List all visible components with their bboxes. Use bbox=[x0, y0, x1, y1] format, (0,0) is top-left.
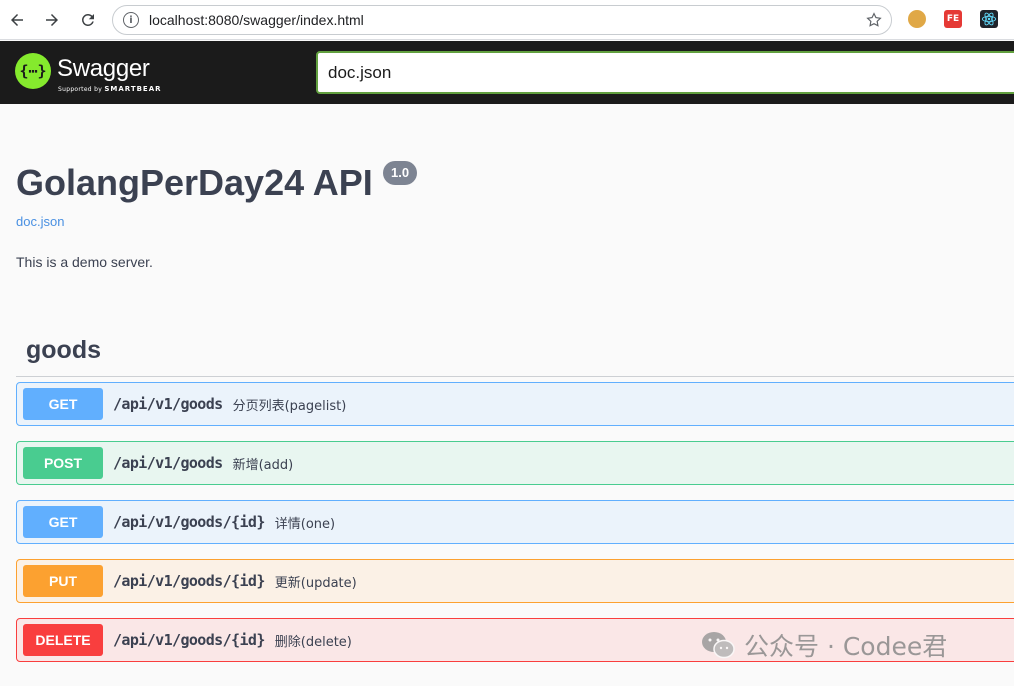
url-text: localhost:8080/swagger/index.html bbox=[149, 12, 364, 28]
operation-summary: 详情(one) bbox=[274, 516, 336, 532]
browser-toolbar: i localhost:8080/swagger/index.html FE bbox=[0, 0, 1014, 40]
operation-post-goods[interactable]: POST /api/v1/goods 新增(add) bbox=[16, 441, 1014, 485]
spec-link[interactable]: doc.json bbox=[16, 214, 64, 229]
wechat-watermark: 公众号 · Codee君 bbox=[700, 628, 947, 662]
swagger-topbar: {⋯} Swagger Supported by SMARTBEAR bbox=[0, 41, 1014, 104]
react-devtools-icon[interactable] bbox=[980, 10, 998, 28]
fe-extension-icon[interactable]: FE bbox=[944, 10, 962, 28]
logo-sub-prefix: Supported by bbox=[58, 86, 103, 93]
operation-put-goods[interactable]: PUT /api/v1/goods/{id} 更新(update) bbox=[16, 559, 1014, 603]
wechat-icon bbox=[702, 632, 735, 659]
back-button[interactable] bbox=[4, 7, 30, 33]
operation-path: /api/v1/goods/{id} bbox=[113, 513, 265, 531]
spec-url-input[interactable] bbox=[316, 51, 1014, 94]
version-badge: 1.0 bbox=[383, 161, 418, 185]
operation-summary: 分页列表(pagelist) bbox=[232, 398, 347, 414]
operation-get-goods-one[interactable]: GET /api/v1/goods/{id} 详情(one) bbox=[16, 500, 1014, 544]
cookie-extension-icon[interactable] bbox=[908, 10, 926, 28]
operation-path: /api/v1/goods/{id} bbox=[113, 572, 265, 590]
swagger-logo-text: Swagger bbox=[57, 55, 150, 82]
operation-path: /api/v1/goods bbox=[113, 454, 223, 472]
reload-icon bbox=[81, 13, 94, 26]
operation-get-goods-list[interactable]: GET /api/v1/goods 分页列表(pagelist) bbox=[16, 382, 1014, 426]
arrow-left-icon bbox=[11, 14, 23, 26]
arrow-right-icon bbox=[46, 14, 58, 26]
operation-path: /api/v1/goods/{id} bbox=[113, 631, 265, 649]
logo-sub-brand: SMARTBEAR bbox=[104, 85, 162, 93]
method-badge: GET bbox=[23, 388, 103, 420]
watermark-text: 公众号 · Codee君 bbox=[744, 632, 948, 661]
swagger-logo-icon[interactable]: {⋯} bbox=[15, 53, 51, 89]
operation-summary: 新增(add) bbox=[232, 457, 294, 473]
tag-section-header[interactable]: goods bbox=[16, 332, 1014, 377]
reload-button[interactable] bbox=[75, 7, 101, 33]
method-badge: PUT bbox=[23, 565, 103, 597]
forward-button[interactable] bbox=[39, 7, 65, 33]
operation-path: /api/v1/goods bbox=[113, 395, 223, 413]
method-badge: POST bbox=[23, 447, 103, 479]
tag-name: goods bbox=[26, 336, 101, 364]
api-description: This is a demo server. bbox=[16, 254, 153, 270]
site-info-icon[interactable]: i bbox=[123, 12, 139, 28]
bookmark-star-icon[interactable] bbox=[865, 11, 883, 29]
swagger-logo-subtitle: Supported by SMARTBEAR bbox=[58, 85, 162, 93]
operation-summary: 更新(update) bbox=[274, 575, 357, 591]
method-badge: DELETE bbox=[23, 624, 103, 656]
method-badge: GET bbox=[23, 506, 103, 538]
api-title: GolangPerDay24 API bbox=[16, 162, 373, 203]
react-atom-icon bbox=[981, 12, 997, 26]
operation-summary: 删除(delete) bbox=[274, 634, 352, 650]
address-bar[interactable]: i localhost:8080/swagger/index.html bbox=[112, 5, 892, 35]
